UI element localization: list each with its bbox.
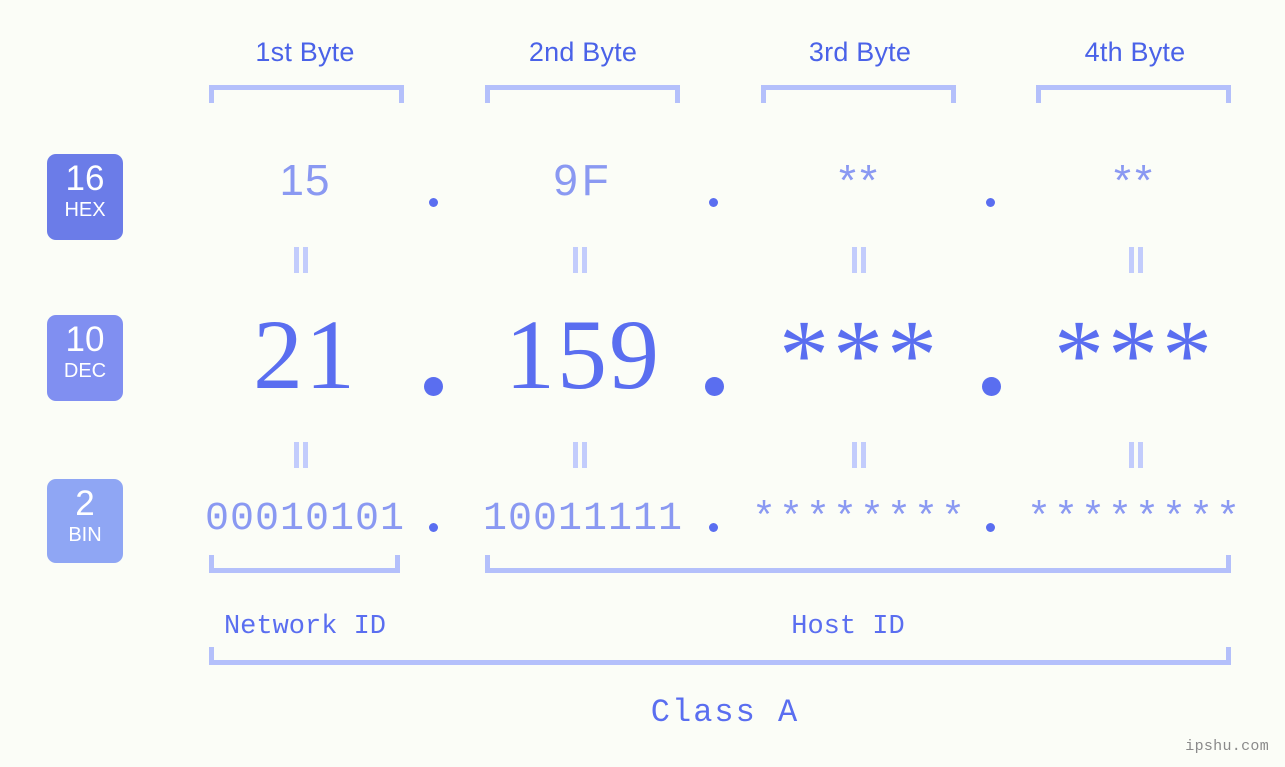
class-bracket bbox=[209, 647, 1231, 665]
equals-connector-hex-dec-3 bbox=[850, 247, 868, 273]
host-id-bracket bbox=[485, 555, 1231, 573]
base-badge-dec-name: DEC bbox=[63, 360, 107, 382]
watermark: ipshu.com bbox=[1185, 738, 1269, 755]
ip-address-breakdown-diagram: 1st Byte 2nd Byte 3rd Byte 4th Byte 16 H… bbox=[0, 0, 1285, 767]
network-id-label: Network ID bbox=[223, 612, 387, 642]
byte-bracket-top-3 bbox=[761, 85, 956, 103]
dec-separator-dot-3 bbox=[982, 377, 1001, 396]
byte-header-1: 1st Byte bbox=[255, 37, 355, 67]
bin-separator-dot-2 bbox=[709, 523, 718, 532]
byte-bracket-top-1 bbox=[209, 85, 404, 103]
equals-connector-dec-bin-3 bbox=[850, 442, 868, 468]
hex-byte-4: ** bbox=[1113, 156, 1157, 205]
equals-connector-dec-bin-2 bbox=[571, 442, 589, 468]
hex-byte-3: ** bbox=[838, 156, 882, 205]
bin-byte-2: 10011111 bbox=[482, 497, 684, 542]
equals-connector-dec-bin-1 bbox=[292, 442, 310, 468]
equals-connector-hex-dec-2 bbox=[571, 247, 589, 273]
hex-byte-1: 15 bbox=[279, 156, 331, 205]
byte-bracket-top-4 bbox=[1036, 85, 1231, 103]
base-badge-hex-number: 16 bbox=[65, 159, 105, 198]
base-badge-dec-number: 10 bbox=[65, 320, 105, 359]
dec-byte-3: *** bbox=[779, 299, 941, 410]
dec-byte-2: 159 bbox=[505, 299, 661, 410]
dec-byte-4: *** bbox=[1054, 299, 1216, 410]
dec-byte-1: 21 bbox=[253, 299, 357, 410]
base-badge-hex-name: HEX bbox=[64, 199, 106, 221]
bin-separator-dot-3 bbox=[986, 523, 995, 532]
byte-header-2: 2nd Byte bbox=[528, 37, 638, 67]
base-badge-bin-name: BIN bbox=[68, 524, 102, 546]
bin-byte-3: ******** bbox=[751, 497, 969, 542]
hex-byte-2: 9F bbox=[553, 156, 613, 205]
byte-bracket-top-2 bbox=[485, 85, 680, 103]
byte-header-3: 3rd Byte bbox=[808, 37, 912, 67]
equals-connector-hex-dec-1 bbox=[292, 247, 310, 273]
hex-separator-dot-1 bbox=[429, 198, 438, 207]
hex-separator-dot-2 bbox=[709, 198, 718, 207]
base-badge-bin: 2 BIN bbox=[47, 479, 123, 563]
bin-byte-1: 00010101 bbox=[204, 497, 406, 542]
host-id-label: Host ID bbox=[791, 612, 905, 642]
equals-connector-dec-bin-4 bbox=[1127, 442, 1145, 468]
dec-separator-dot-2 bbox=[705, 377, 724, 396]
bin-byte-4: ******** bbox=[1026, 497, 1244, 542]
base-badge-dec: 10 DEC bbox=[47, 315, 123, 401]
bin-separator-dot-1 bbox=[429, 523, 438, 532]
equals-connector-hex-dec-4 bbox=[1127, 247, 1145, 273]
dec-separator-dot-1 bbox=[424, 377, 443, 396]
class-label: Class A bbox=[650, 694, 800, 731]
base-badge-bin-number: 2 bbox=[75, 484, 95, 523]
network-id-bracket bbox=[209, 555, 400, 573]
base-badge-hex: 16 HEX bbox=[47, 154, 123, 240]
byte-header-4: 4th Byte bbox=[1084, 37, 1186, 67]
hex-separator-dot-3 bbox=[986, 198, 995, 207]
